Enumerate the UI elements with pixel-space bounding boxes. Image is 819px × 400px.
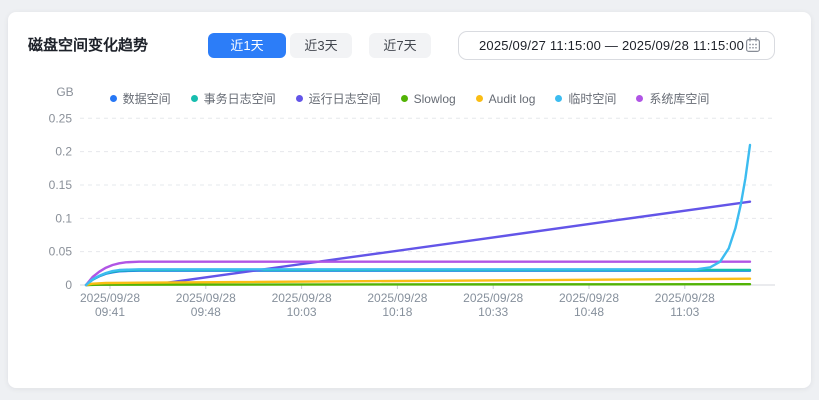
y-axis-label: 0.2 [55, 145, 72, 159]
x-axis-label: 2025/09/2809:41 [80, 291, 140, 319]
y-axis-label: 0 [65, 278, 72, 292]
x-axis-label: 2025/09/2810:33 [463, 291, 523, 319]
x-axis-label: 2025/09/2810:03 [272, 291, 332, 319]
y-axis-label: 0.25 [49, 111, 73, 125]
y-axis-label: 0.15 [49, 178, 73, 192]
y-axis-unit: GB [56, 85, 73, 99]
x-axis-label: 2025/09/2810:48 [559, 291, 619, 319]
y-axis-label: 0.05 [49, 245, 73, 259]
x-axis-label: 2025/09/2809:48 [176, 291, 236, 319]
series-line-2 [86, 202, 750, 285]
x-axis-label: 2025/09/2810:18 [367, 291, 427, 319]
series-line-3 [86, 284, 750, 285]
disk-trend-panel: 磁盘空间变化趋势 近1天 近3天 近7天 2025/09/27 11:15:00… [8, 12, 811, 388]
y-axis-label: 0.1 [55, 211, 72, 225]
chart-svg: GB 0 0.05 0.1 0.15 0.2 0.25 2025/09/2809:41 2025… [8, 12, 811, 388]
x-axis-label: 2025/09/2811:03 [655, 291, 715, 319]
